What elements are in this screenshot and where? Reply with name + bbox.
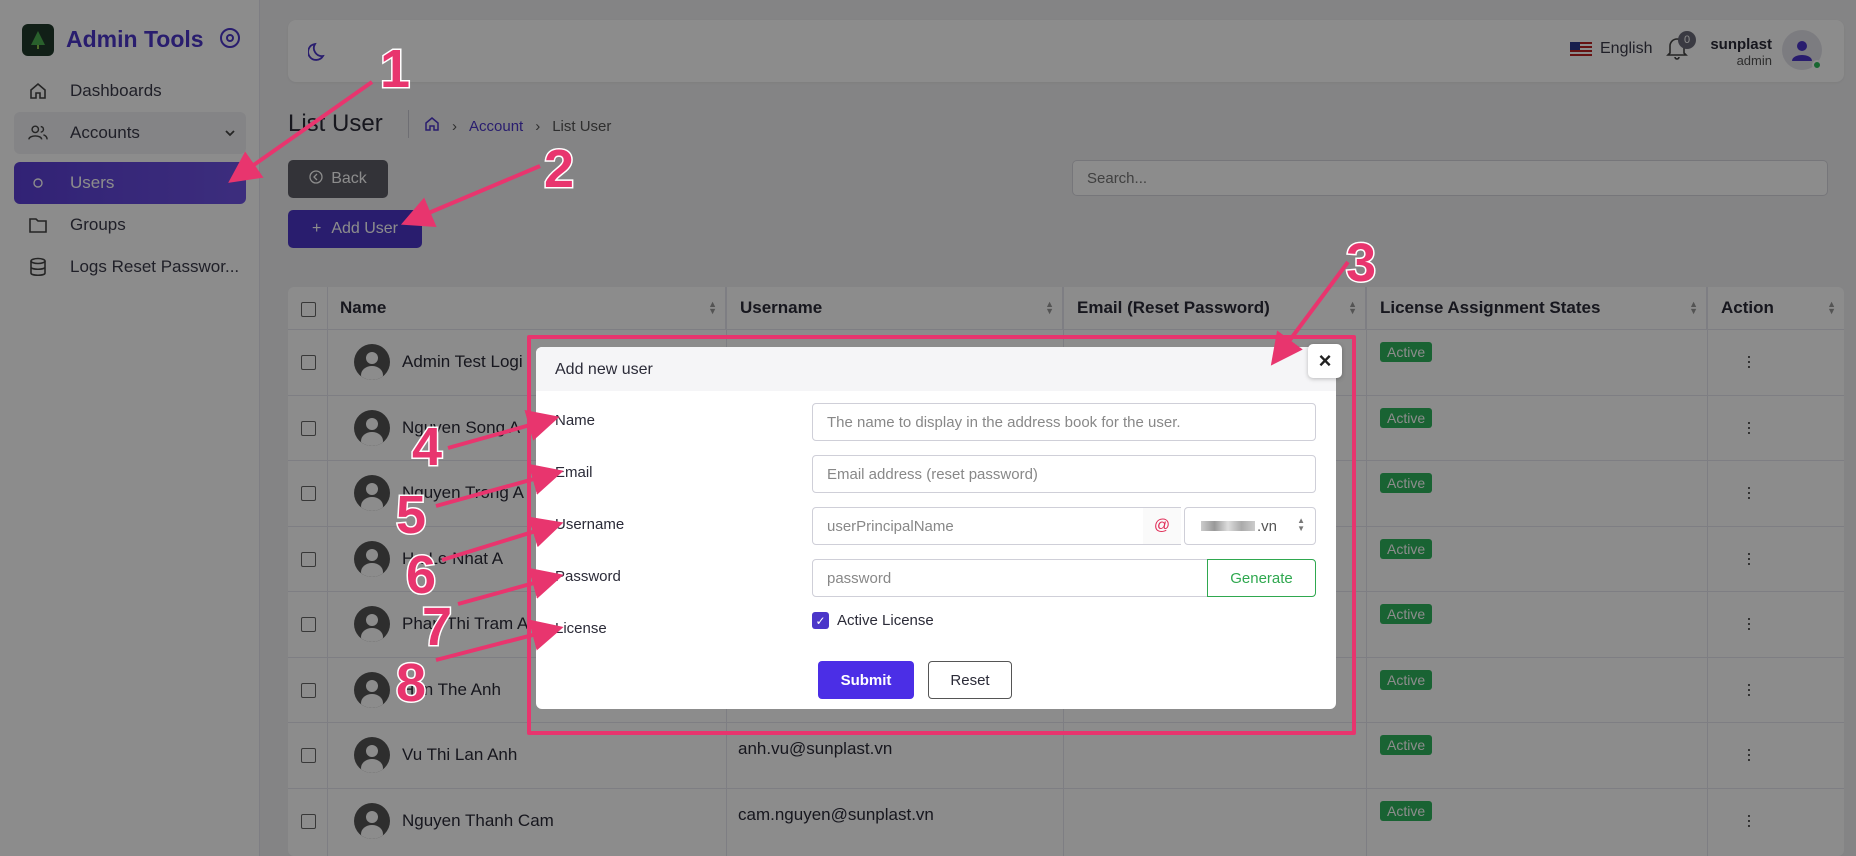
annotation-number-5: 5 bbox=[394, 484, 427, 547]
annotation-number-7: 7 bbox=[420, 596, 453, 659]
annotation-number-3: 3 bbox=[1344, 232, 1377, 295]
annotation-arrows bbox=[228, 80, 1350, 662]
arrow-7 bbox=[457, 567, 564, 606]
arrow-5 bbox=[435, 463, 564, 508]
annotation-number-8: 8 bbox=[394, 652, 427, 715]
arrow-8 bbox=[435, 619, 564, 662]
annotation-number-2: 2 bbox=[542, 138, 575, 201]
annotation-number-1: 1 bbox=[378, 38, 411, 101]
arrow-3 bbox=[1270, 260, 1350, 366]
arrow-4 bbox=[447, 409, 560, 450]
annotation-number-4: 4 bbox=[410, 416, 443, 479]
arrow-1 bbox=[228, 80, 374, 183]
arrow-2 bbox=[400, 164, 541, 227]
arrow-6 bbox=[441, 516, 564, 562]
